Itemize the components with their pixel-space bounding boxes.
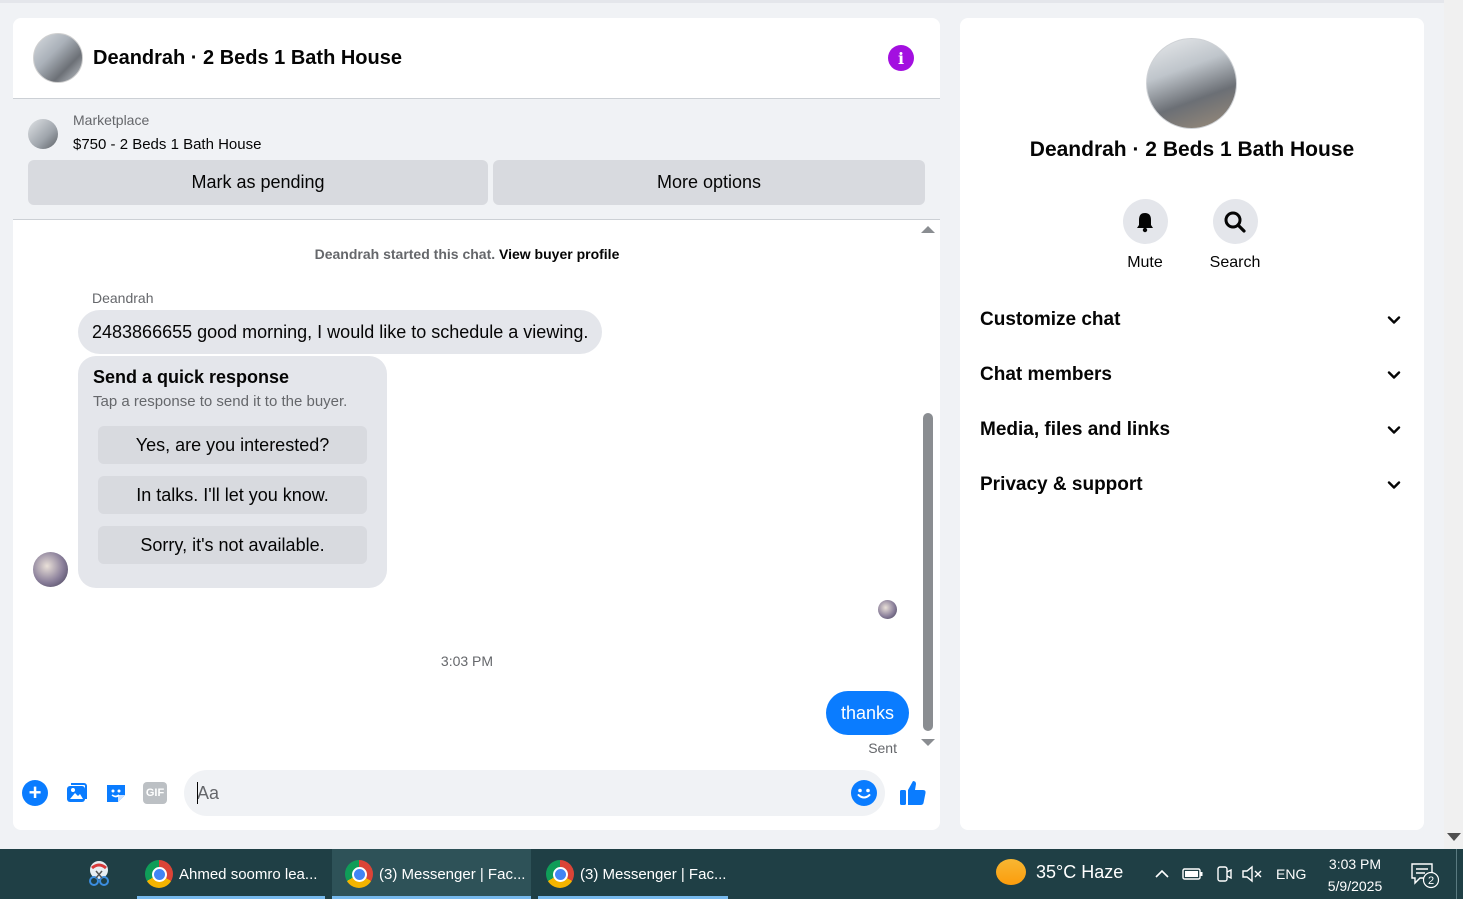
section-label: Customize chat <box>980 309 1121 330</box>
quick-response-subtitle: Tap a response to send it to the buyer. <box>93 393 348 410</box>
show-hidden-icons-button[interactable] <box>1153 849 1171 899</box>
search-button[interactable]: Search <box>1195 199 1275 272</box>
info-icon[interactable]: i <box>888 45 914 71</box>
chrome-icon <box>345 860 373 888</box>
clock-time: 3:03 PM <box>1328 856 1382 872</box>
like-icon[interactable] <box>898 778 928 808</box>
chat-panel: Deandrah · 2 Beds 1 Bath House i Marketp… <box>13 18 940 830</box>
notification-count: 2 <box>1428 875 1434 887</box>
bell-icon[interactable] <box>1122 199 1168 244</box>
buyer-avatar[interactable] <box>33 552 68 587</box>
search-label: Search <box>1209 254 1261 271</box>
show-desktop-button[interactable] <box>1456 849 1463 899</box>
chevron-down-icon <box>1387 371 1401 379</box>
marketplace-banner: Marketplace $750 - 2 Beds 1 Bath House M… <box>13 99 940 220</box>
top-strip <box>0 0 1444 3</box>
battery-icon[interactable] <box>1182 849 1204 899</box>
snipping-tool-icon[interactable] <box>84 859 114 889</box>
search-icon[interactable] <box>1212 199 1258 244</box>
gif-icon[interactable]: GIF <box>143 782 167 804</box>
scroll-down-arrow[interactable] <box>921 739 935 746</box>
quick-response-title: Send a quick response <box>93 367 290 387</box>
taskbar: Ahmed soomro lea... (3) Messenger | Fac.… <box>0 849 1463 899</box>
incoming-message-bubble[interactable]: 2483866655 good morning, I would like to… <box>78 310 603 354</box>
volume-muted-icon[interactable] <box>1241 849 1263 899</box>
weather-haze-icon <box>996 859 1026 885</box>
taskbar-item-label: (3) Messenger | Fac... <box>580 865 727 883</box>
section-label: Chat members <box>980 364 1112 385</box>
quick-response-in-talks-button[interactable]: In talks. I'll let you know. <box>98 476 367 514</box>
sender-name: Deandrah <box>92 290 154 306</box>
chevron-down-icon <box>1387 426 1401 434</box>
chrome-icon <box>546 860 574 888</box>
chevron-up-icon <box>1155 869 1169 878</box>
clock-date: 5/9/2025 <box>1327 878 1383 894</box>
listing-title[interactable]: $750 - 2 Beds 1 Bath House <box>73 135 261 155</box>
message-input[interactable] <box>197 782 817 804</box>
window-scroll-down-arrow[interactable] <box>1447 833 1461 841</box>
weather-widget[interactable]: 35°C Haze <box>996 859 1123 885</box>
info-name: Deandrah · 2 Beds 1 Bath House <box>1029 138 1355 161</box>
message-input-wrapper <box>184 770 885 816</box>
message-list[interactable]: Deandrah started this chat. View buyer p… <box>13 221 940 761</box>
sent-status: Sent <box>868 740 897 756</box>
customize-chat-section[interactable]: Customize chat <box>980 300 1404 340</box>
media-files-links-section[interactable]: Media, files and links <box>980 410 1404 450</box>
scroll-up-arrow[interactable] <box>921 226 935 233</box>
mark-as-pending-button[interactable]: Mark as pending <box>28 160 488 205</box>
image-icon[interactable] <box>64 781 88 805</box>
chat-started-text: Deandrah started this chat. <box>314 246 496 262</box>
mute-button[interactable]: Mute <box>1105 199 1185 272</box>
sticker-icon[interactable] <box>104 781 128 805</box>
seen-by-avatar <box>878 600 897 619</box>
taskbar-clock[interactable]: 3:03 PM 5/9/2025 <box>1318 853 1392 897</box>
window-scrollbar[interactable] <box>1444 0 1463 849</box>
quick-response-not-available-button[interactable]: Sorry, it's not available. <box>98 526 367 564</box>
text-caret <box>197 782 198 804</box>
section-label: Privacy & support <box>980 474 1143 495</box>
weather-text: 35°C Haze <box>1036 861 1124 882</box>
quick-response-card: Send a quick response Tap a response to … <box>78 356 387 588</box>
section-label: Media, files and links <box>980 419 1171 440</box>
plus-icon[interactable]: + <box>22 780 48 806</box>
quick-response-interested-button[interactable]: Yes, are you interested? <box>98 426 367 464</box>
chrome-icon <box>145 860 173 888</box>
privacy-support-section[interactable]: Privacy & support <box>980 465 1404 505</box>
message-timestamp: 3:03 PM <box>440 653 494 669</box>
more-options-button[interactable]: More options <box>493 160 925 205</box>
chat-started-notice: Deandrah started this chat. View buyer p… <box>13 246 921 262</box>
chat-header: Deandrah · 2 Beds 1 Bath House i <box>13 18 940 99</box>
scrollbar-thumb[interactable] <box>923 413 933 731</box>
language-indicator[interactable]: ENG <box>1276 849 1306 899</box>
conversation-avatar[interactable] <box>33 33 83 83</box>
view-buyer-profile-link[interactable]: View buyer profile <box>499 246 619 262</box>
conversation-title[interactable]: Deandrah · 2 Beds 1 Bath House <box>93 47 402 70</box>
message-composer: + GIF <box>13 768 940 818</box>
conversation-info-panel: Deandrah · 2 Beds 1 Bath House Mute Sear… <box>960 18 1424 830</box>
chevron-down-icon <box>1387 481 1401 489</box>
taskbar-item-label: (3) Messenger | Fac... <box>379 865 526 883</box>
chevron-down-icon <box>1387 316 1401 324</box>
mute-label: Mute <box>1127 254 1163 271</box>
chat-members-section[interactable]: Chat members <box>980 355 1404 395</box>
listing-thumbnail[interactable] <box>28 119 58 149</box>
outgoing-message-bubble[interactable]: thanks <box>825 691 909 735</box>
taskbar-item-messenger-2[interactable]: (3) Messenger | Fac... <box>538 849 728 899</box>
taskbar-item-label: Ahmed soomro lea... <box>179 865 318 883</box>
meet-now-icon[interactable] <box>1214 849 1234 899</box>
taskbar-item-messenger-1[interactable]: (3) Messenger | Fac... <box>332 849 531 899</box>
taskbar-item-chrome-1[interactable]: Ahmed soomro lea... <box>137 849 325 899</box>
notification-center-icon[interactable]: 2 <box>1410 861 1440 889</box>
info-avatar[interactable] <box>1146 38 1237 129</box>
emoji-icon[interactable] <box>851 780 877 806</box>
marketplace-label: Marketplace <box>73 112 150 128</box>
